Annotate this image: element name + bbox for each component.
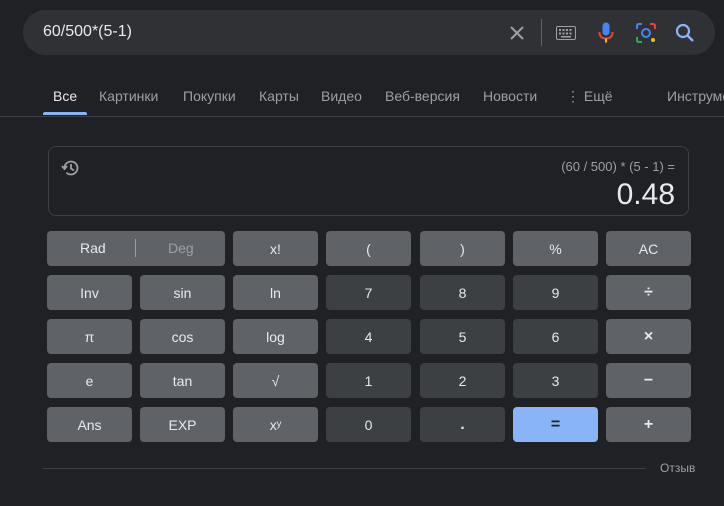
digit-1-button[interactable]: 1 <box>326 363 411 398</box>
tab-more[interactable]: ⋮ Ещё <box>566 88 613 105</box>
calculator-display: (60 / 500) * (5 - 1) = 0.48 <box>48 146 689 216</box>
active-tab-indicator <box>43 112 87 115</box>
clear-icon[interactable] <box>505 21 529 45</box>
multiply-button[interactable]: × <box>606 319 691 354</box>
search-bar[interactable]: 60/500*(5-1) <box>23 10 715 55</box>
digit-4-button[interactable]: 4 <box>326 319 411 354</box>
tab-all[interactable]: Все <box>53 88 77 104</box>
search-icon[interactable] <box>673 21 697 45</box>
tab-images[interactable]: Картинки <box>99 88 158 104</box>
keyboard-icon[interactable] <box>554 21 578 45</box>
equals-button[interactable]: = <box>513 407 598 442</box>
tab-tools[interactable]: Инструменты <box>667 88 724 104</box>
lens-icon[interactable] <box>634 21 658 45</box>
tan-button[interactable]: tan <box>140 363 225 398</box>
tab-news[interactable]: Новости <box>483 88 537 104</box>
history-icon[interactable] <box>61 158 81 178</box>
feedback-link[interactable]: Отзыв <box>660 461 695 475</box>
cos-button[interactable]: cos <box>140 319 225 354</box>
angle-mode-toggle[interactable]: Rad Deg <box>47 231 225 266</box>
calculator-result: 0.48 <box>616 178 675 211</box>
inverse-button[interactable]: Inv <box>47 275 132 310</box>
calculator-expression: (60 / 500) * (5 - 1) = <box>561 159 675 174</box>
log-button[interactable]: log <box>233 319 318 354</box>
sqrt-button[interactable]: √ <box>233 363 318 398</box>
digit-6-button[interactable]: 6 <box>513 319 598 354</box>
tab-videos[interactable]: Видео <box>321 88 362 104</box>
open-paren-button[interactable]: ( <box>326 231 411 266</box>
ans-button[interactable]: Ans <box>47 407 132 442</box>
percent-button[interactable]: % <box>513 231 598 266</box>
tab-maps[interactable]: Карты <box>259 88 299 104</box>
digit-8-button[interactable]: 8 <box>420 275 505 310</box>
digit-7-button[interactable]: 7 <box>326 275 411 310</box>
search-divider <box>541 19 542 46</box>
minus-button[interactable]: − <box>606 363 691 398</box>
microphone-icon[interactable] <box>594 21 618 45</box>
tab-web[interactable]: Веб-версия <box>385 88 460 104</box>
pi-button[interactable]: π <box>47 319 132 354</box>
factorial-button[interactable]: x! <box>233 231 318 266</box>
search-input[interactable]: 60/500*(5-1) <box>43 23 132 41</box>
rad-button[interactable]: Rad <box>80 240 106 256</box>
digit-0-button[interactable]: 0 <box>326 407 411 442</box>
euler-button[interactable]: e <box>47 363 132 398</box>
sin-button[interactable]: sin <box>140 275 225 310</box>
ln-button[interactable]: ln <box>233 275 318 310</box>
decimal-button[interactable]: . <box>420 407 505 442</box>
footer-divider <box>43 468 646 469</box>
divide-button[interactable]: ÷ <box>606 275 691 310</box>
digit-5-button[interactable]: 5 <box>420 319 505 354</box>
digit-2-button[interactable]: 2 <box>420 363 505 398</box>
all-clear-button[interactable]: AC <box>606 231 691 266</box>
power-button[interactable]: xʸ <box>233 407 318 442</box>
plus-button[interactable]: + <box>606 407 691 442</box>
deg-button[interactable]: Deg <box>168 240 194 256</box>
digit-3-button[interactable]: 3 <box>513 363 598 398</box>
mode-separator <box>135 239 136 257</box>
digit-9-button[interactable]: 9 <box>513 275 598 310</box>
close-paren-button[interactable]: ) <box>420 231 505 266</box>
exp-button[interactable]: EXP <box>140 407 225 442</box>
tabs-divider <box>0 116 724 117</box>
tab-shopping[interactable]: Покупки <box>183 88 236 104</box>
